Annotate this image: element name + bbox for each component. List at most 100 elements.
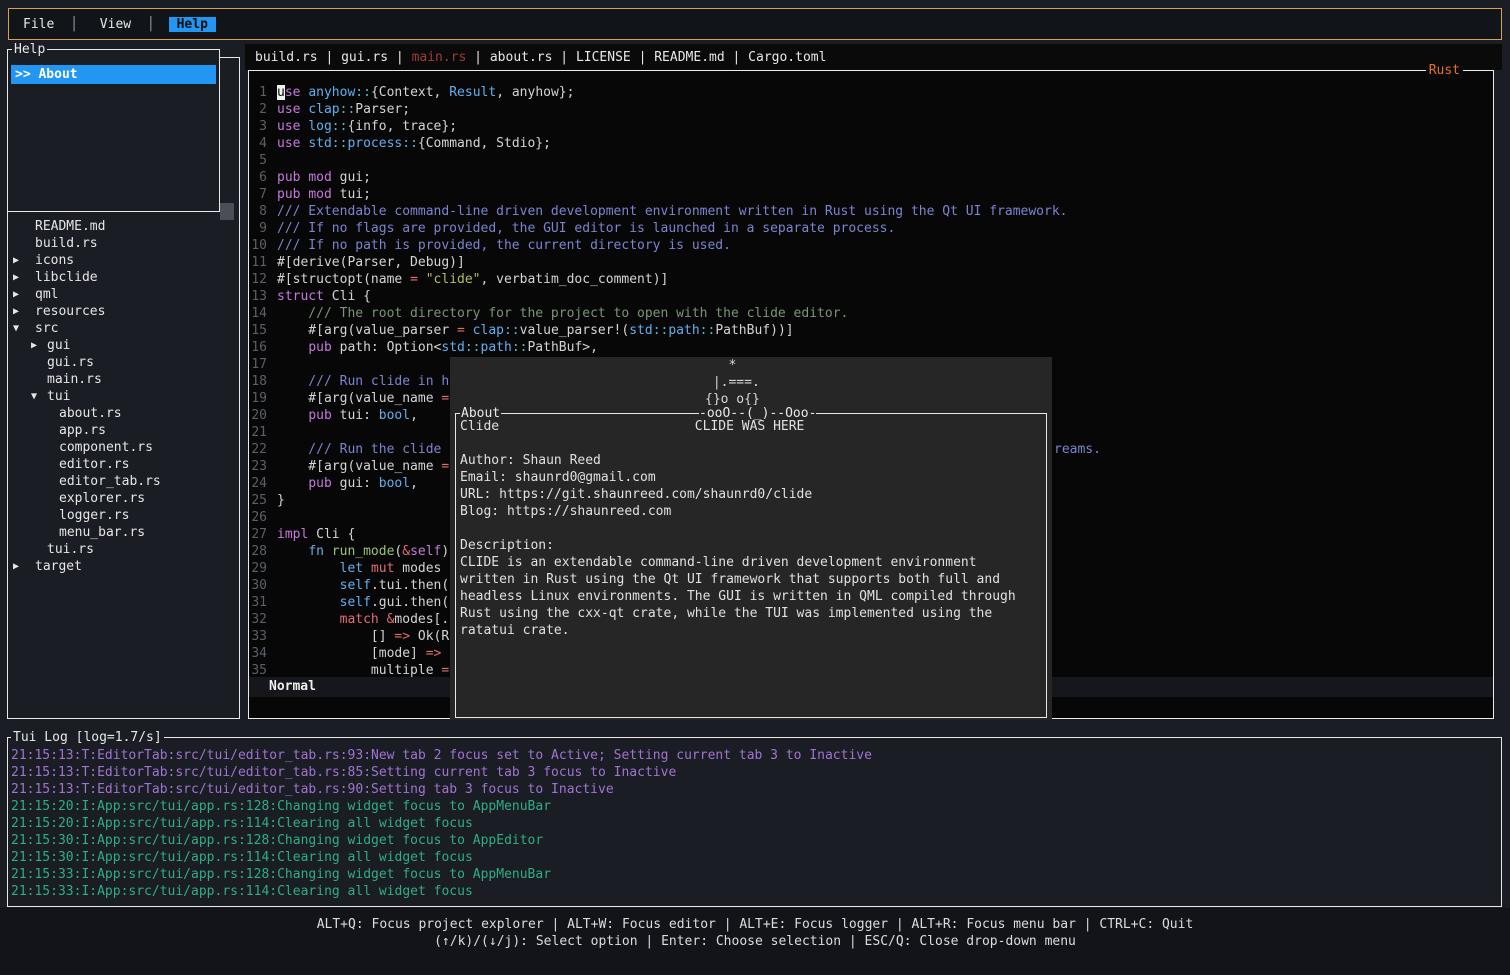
tree-item-src[interactable]: ▼src <box>9 320 237 337</box>
log-entry-trace: 21:15:13:T:EditorTab:src/tui/editor_tab.… <box>11 781 1499 798</box>
menu-item-about[interactable]: >> About <box>11 65 216 84</box>
chevron-collapsed-icon[interactable]: ▶ <box>31 337 37 354</box>
menu-separator: │ <box>139 17 162 32</box>
tree-item-editor-rs[interactable]: editor.rs <box>9 456 237 473</box>
tree-item-icons[interactable]: ▶icons <box>9 252 237 269</box>
line-number: 6 <box>251 169 267 186</box>
code-token: tui; <box>332 187 371 202</box>
line-number: 32 <box>251 611 267 628</box>
tree-item-menu-bar-rs[interactable]: menu_bar.rs <box>9 524 237 541</box>
code-token: #[arg(value_name <box>277 459 441 474</box>
code-token: "clide" <box>426 272 481 287</box>
tree-item-label: gui <box>9 337 70 354</box>
tree-item-resources[interactable]: ▶resources <box>9 303 237 320</box>
tree-item-libclide[interactable]: ▶libclide <box>9 269 237 286</box>
tab-gui-rs[interactable]: gui.rs <box>341 49 388 66</box>
tab-main-rs[interactable]: main.rs <box>412 49 467 66</box>
menu-help[interactable]: Help <box>169 17 216 32</box>
tree-item-logger-rs[interactable]: logger.rs <box>9 507 237 524</box>
tree-item-target[interactable]: ▶target <box>9 558 237 575</box>
code-token <box>277 612 340 627</box>
code-token: :: <box>653 323 669 338</box>
chevron-collapsed-icon[interactable]: ▶ <box>13 303 19 320</box>
chevron-collapsed-icon[interactable]: ▶ <box>13 558 19 575</box>
menu-view[interactable]: View <box>92 17 139 32</box>
code-token: value_parser!( <box>520 323 630 338</box>
log-entry-info: 21:15:20:I:App:src/tui/app.rs:128:Changi… <box>11 798 1499 815</box>
tree-item-gui-rs[interactable]: gui.rs <box>9 354 237 371</box>
code-token: [mode] <box>277 646 426 661</box>
log-entry-info: 21:15:30:I:App:src/tui/app.rs:128:Changi… <box>11 832 1499 849</box>
code-token: self <box>410 544 441 559</box>
tree-item-main-rs[interactable]: main.rs <box>9 371 237 388</box>
tab-readme-md[interactable]: README.md <box>654 49 724 66</box>
code-token: self <box>340 595 371 610</box>
tree-item-explorer-rs[interactable]: explorer.rs <box>9 490 237 507</box>
chevron-collapsed-icon[interactable]: ▶ <box>13 269 19 286</box>
chevron-collapsed-icon[interactable]: ▶ <box>13 252 19 269</box>
tree-item-app-rs[interactable]: app.rs <box>9 422 237 439</box>
code-token <box>418 272 426 287</box>
tab-about-rs[interactable]: about.rs <box>490 49 553 66</box>
code-token: {info, trace}; <box>347 119 457 134</box>
line-number: 27 <box>251 526 267 543</box>
code-token: => <box>394 629 410 644</box>
tui-log-panel[interactable]: Tui Log [log=1.7/s] 21:15:13:T:EditorTab… <box>7 737 1502 907</box>
code-token: multiple <box>277 663 441 678</box>
chevron-collapsed-icon[interactable]: ▶ <box>13 286 19 303</box>
code-token <box>277 340 308 355</box>
code-token: process <box>347 136 402 151</box>
tui-log-title: Tui Log [log=1.7/s] <box>11 729 164 746</box>
chevron-expanded-icon[interactable]: ▼ <box>13 320 19 337</box>
tree-item-gui[interactable]: ▶gui <box>9 337 237 354</box>
menu-file[interactable]: File <box>15 17 62 32</box>
hotkey-bar: ALT+Q: Focus project explorer | ALT+W: F… <box>0 908 1510 975</box>
code-token: Parser; <box>355 102 410 117</box>
code-token <box>277 578 340 593</box>
tree-item-editor-tab-rs[interactable]: editor_tab.rs <box>9 473 237 490</box>
tree-item-about-rs[interactable]: about.rs <box>9 405 237 422</box>
line-number: 28 <box>251 543 267 560</box>
code-token: clap <box>308 102 339 117</box>
code-token <box>324 544 332 559</box>
tree-item-label: about.rs <box>9 405 122 422</box>
tree-item-qml[interactable]: ▶qml <box>9 286 237 303</box>
chevron-expanded-icon[interactable]: ▼ <box>31 388 37 405</box>
tab-separator: | <box>388 49 411 66</box>
tree-item-build-rs[interactable]: build.rs <box>9 235 237 252</box>
code-token: tui: <box>332 408 379 423</box>
tree-item-component-rs[interactable]: component.rs <box>9 439 237 456</box>
code-token: clap <box>473 323 504 338</box>
code-token: struct <box>277 289 324 304</box>
help-dropdown-menu: Help >> About <box>7 49 220 212</box>
line-number: 7 <box>251 186 267 203</box>
tab-license[interactable]: LICENSE <box>576 49 631 66</box>
tree-item-tui-rs[interactable]: tui.rs <box>9 541 237 558</box>
tree-item-readme-md[interactable]: README.md <box>9 218 237 235</box>
explorer-scrollbar-thumb[interactable] <box>220 203 234 220</box>
tree-item-label: build.rs <box>9 235 98 252</box>
code-line-10: 10/// If no path is provided, the curren… <box>251 237 1492 254</box>
line-number: 33 <box>251 628 267 645</box>
code-token: bool <box>379 408 410 423</box>
code-token <box>465 323 473 338</box>
tree-item-tui[interactable]: ▼tui <box>9 388 237 405</box>
code-token: = <box>441 391 449 406</box>
code-token: path <box>668 323 699 338</box>
tab-cargo-toml[interactable]: Cargo.toml <box>748 49 826 66</box>
code-token: pub <box>277 187 300 202</box>
tab-separator: | <box>725 49 748 66</box>
code-token: pub <box>308 408 331 423</box>
code-token: Cli { <box>324 289 371 304</box>
tab-build-rs[interactable]: build.rs <box>255 49 318 66</box>
code-line-8: 8/// Extendable command-line driven deve… <box>251 203 1492 220</box>
line-number: 8 <box>251 203 267 220</box>
code-token: [] <box>277 629 394 644</box>
log-entry-info: 21:15:33:I:App:src/tui/app.rs:114:Cleari… <box>11 883 1499 900</box>
code-token: se <box>285 85 301 100</box>
code-token: :: <box>700 323 716 338</box>
editor-tab-bar: build.rs | gui.rs | main.rs | about.rs |… <box>245 44 1502 70</box>
code-token: {Context, <box>371 85 449 100</box>
code-line-15: 15 #[arg(value_parser = clap::value_pars… <box>251 322 1492 339</box>
code-token: = <box>441 663 449 678</box>
